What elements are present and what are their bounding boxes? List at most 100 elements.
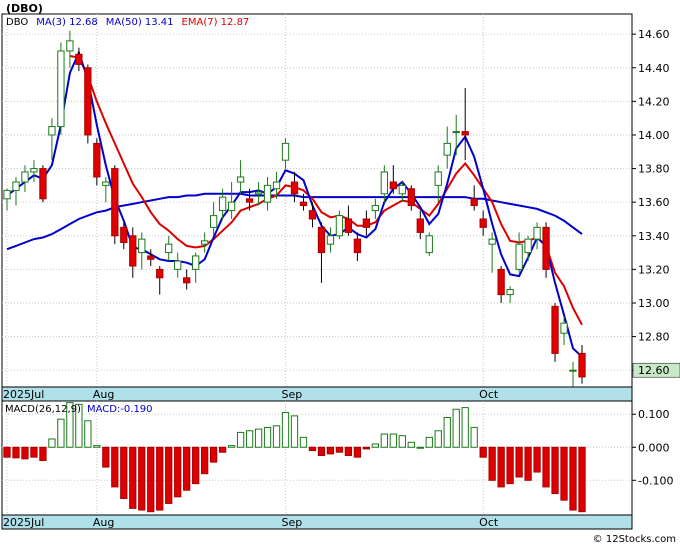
macd-bar	[497, 446, 505, 488]
price-tick-label: 14.20	[638, 95, 670, 108]
macd-bar	[524, 446, 532, 481]
macd-bar	[308, 446, 317, 452]
macd-bar	[209, 446, 218, 463]
candle-body	[39, 168, 47, 200]
candle-body	[524, 238, 532, 254]
macd-bar	[218, 446, 227, 453]
macd-bar	[344, 446, 353, 457]
candle-body	[263, 184, 272, 203]
candle-body	[84, 67, 92, 136]
candle-body	[93, 142, 101, 178]
candle-body	[66, 40, 74, 52]
last-price-label: 12.60	[638, 364, 670, 377]
candle-body	[227, 201, 236, 212]
macd-bar	[425, 436, 433, 448]
date-tick-label: Aug	[93, 388, 114, 401]
macd-bar	[578, 446, 586, 513]
price-tick-label: 12.80	[638, 331, 670, 344]
macd-bar	[479, 446, 487, 458]
macd-bar	[470, 426, 478, 448]
macd-bar	[245, 430, 254, 448]
candle-body	[488, 238, 496, 245]
macd-bar	[3, 446, 11, 458]
candle-body	[542, 226, 550, 270]
price-tick-label: 13.60	[638, 196, 670, 209]
macd-bar	[434, 430, 442, 448]
macd-bar	[290, 415, 299, 448]
candle-body	[138, 238, 146, 254]
macd-tick-label: 0.100	[638, 408, 670, 421]
candle-body	[560, 322, 568, 334]
watermark: © 12Stocks.com	[593, 534, 676, 545]
macd-tick-label: 0.000	[638, 441, 670, 454]
date-tick-label: Oct	[479, 388, 499, 401]
macd-bar	[569, 446, 577, 511]
candle-body	[272, 181, 281, 190]
macd-bar	[398, 435, 406, 448]
macd-bar	[201, 446, 209, 475]
macd-bar	[389, 433, 397, 448]
macd-bar	[227, 445, 236, 448]
candle-body	[416, 218, 424, 233]
macd-bar	[263, 426, 272, 448]
candle-body	[201, 240, 209, 245]
macd-bar	[371, 443, 380, 448]
chart-title: (DBO)	[6, 2, 43, 15]
macd-bar	[12, 446, 20, 459]
macd-bar	[335, 446, 344, 453]
candle-body	[335, 215, 344, 237]
candle-body	[578, 352, 586, 378]
candle-body	[380, 171, 388, 195]
macd-bar	[407, 441, 415, 448]
candle-body	[326, 235, 335, 245]
price-tick-label: 13.00	[638, 297, 670, 310]
price-tick-label: 14.60	[638, 28, 670, 41]
candle-body	[461, 131, 469, 136]
macd-bar	[380, 433, 388, 448]
candle-body	[371, 205, 380, 212]
candle-body	[506, 289, 514, 296]
candle-body	[353, 238, 362, 254]
candle-body	[30, 168, 38, 173]
macd-bar	[461, 407, 469, 448]
macd-bar	[443, 417, 451, 448]
candle-body	[497, 268, 505, 296]
candle-body	[398, 184, 406, 195]
candle-body	[236, 176, 245, 183]
price-tick-label: 14.40	[638, 62, 670, 75]
stock-chart: 14.60 14.40 14.20 14.00 13.80 13.60 13.40 13.20…	[1, 2, 680, 545]
macd-bar	[353, 446, 362, 458]
price-tick-label: 13.40	[638, 230, 670, 243]
candle-body	[569, 369, 577, 372]
candle-body	[165, 243, 173, 254]
candle-body	[21, 171, 29, 183]
legend-item: DBO	[6, 17, 28, 28]
price-tick-label: 13.80	[638, 163, 670, 176]
candle-body	[75, 53, 83, 65]
macd-legend-item: MACD:-0.190	[87, 404, 153, 415]
candle-body	[290, 181, 299, 195]
candle-body	[362, 218, 371, 228]
legend-item: EMA(7) 12.87	[182, 17, 250, 28]
macd-bar	[120, 446, 128, 499]
date-tick-label: 2025Jul	[3, 516, 44, 529]
macd-bar	[147, 446, 155, 513]
macd-bar	[362, 446, 371, 450]
date-tick-label: Sep	[282, 516, 303, 529]
candle-body	[443, 142, 451, 156]
candle-body	[147, 255, 155, 260]
candle-body	[434, 171, 442, 186]
macd-bar	[156, 446, 164, 511]
candle-body	[533, 226, 541, 240]
candle-body	[209, 215, 218, 228]
price-legend: DBO MA(3) 12.68 MA(50) 13.41 EMA(7) 12.87	[6, 17, 249, 28]
candle-body	[102, 181, 110, 186]
candle-body	[218, 196, 227, 212]
macd-bar	[165, 446, 173, 504]
legend-item: MA(3) 12.68	[36, 17, 97, 28]
candle-body	[551, 305, 559, 354]
macd-bar	[542, 446, 550, 488]
macd-bar	[506, 446, 514, 485]
candle-body	[156, 268, 164, 279]
candle-body	[425, 235, 433, 254]
